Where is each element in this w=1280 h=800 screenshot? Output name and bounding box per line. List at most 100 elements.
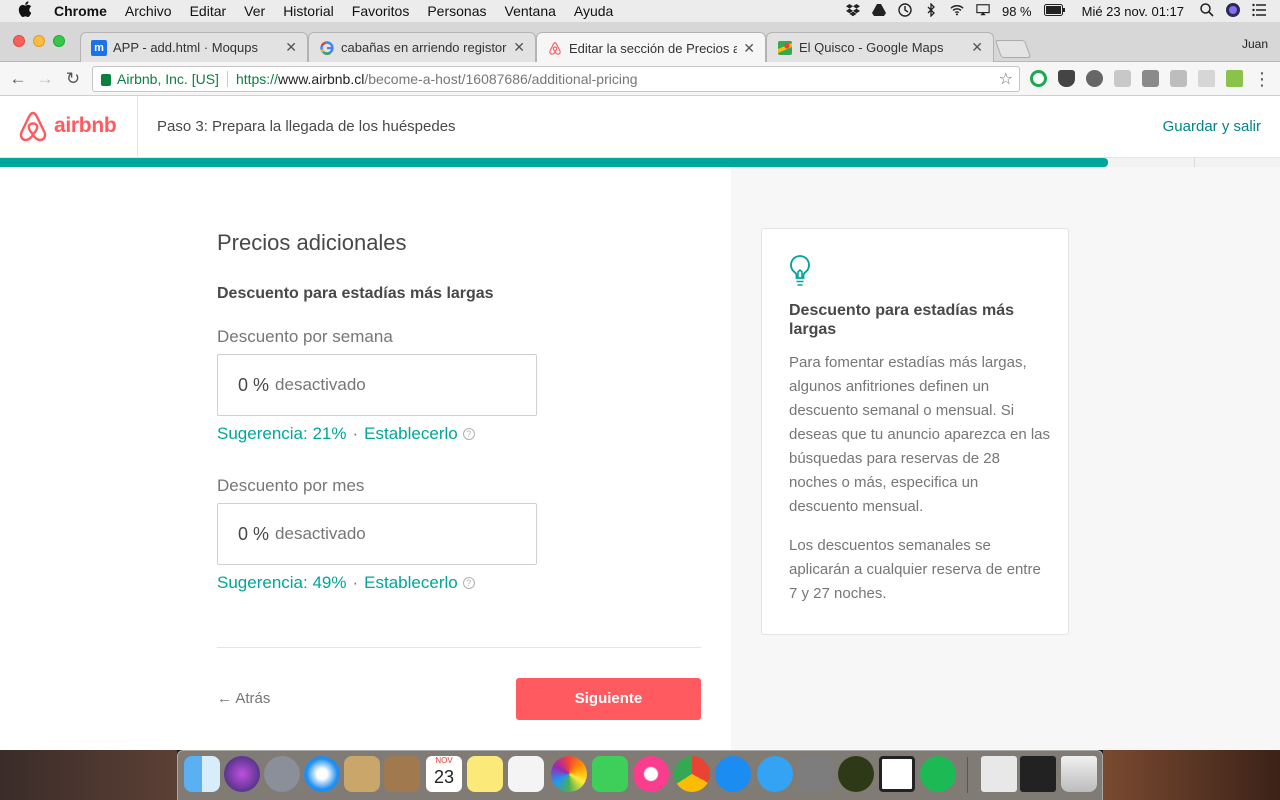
web-page: airbnb Paso 3: Prepara la llegada de los… <box>0 96 1280 750</box>
profile-name[interactable]: Juan <box>1242 37 1268 51</box>
desktop-wallpaper <box>1103 750 1280 800</box>
menu-archivo[interactable]: Archivo <box>125 3 172 19</box>
notification-center-icon[interactable] <box>1252 3 1266 20</box>
menu-personas[interactable]: Personas <box>427 3 486 19</box>
messages-icon[interactable] <box>757 756 793 792</box>
back-link[interactable]: ← Atrás <box>217 690 270 707</box>
minimize-window-button[interactable] <box>33 35 45 47</box>
downloads-folder-icon[interactable] <box>981 756 1017 792</box>
tip-title: Descuento para estadías más largas <box>789 302 1014 338</box>
contacts-icon[interactable] <box>384 756 420 792</box>
app-store-icon[interactable] <box>715 756 751 792</box>
photos-icon[interactable] <box>551 756 587 792</box>
menu-ver[interactable]: Ver <box>244 3 265 19</box>
launchpad-icon[interactable] <box>264 756 300 792</box>
weekly-set-link[interactable]: Establecerlo <box>364 424 458 444</box>
menu-app-name[interactable]: Chrome <box>54 3 107 19</box>
terminal-icon[interactable] <box>1020 756 1056 792</box>
chrome-dock-icon[interactable] <box>674 756 710 792</box>
extension-angular-dark-icon[interactable] <box>1142 70 1159 87</box>
mail-icon[interactable] <box>344 756 380 792</box>
zoom-window-button[interactable] <box>53 35 65 47</box>
extension-cloud-icon[interactable] <box>1086 70 1103 87</box>
safari-icon[interactable] <box>304 756 340 792</box>
close-tab-icon[interactable]: ✕ <box>513 39 525 56</box>
page-title: Precios adicionales <box>217 230 407 255</box>
save-and-exit-link[interactable]: Guardar y salir <box>1163 118 1261 135</box>
extension-u-icon[interactable] <box>1170 70 1187 87</box>
calendar-icon[interactable]: NOV 23 <box>426 756 462 792</box>
weekly-discount-input[interactable]: 0 % desactivado <box>217 354 537 416</box>
menu-historial[interactable]: Historial <box>283 3 334 19</box>
macos-menu-bar: Chrome Archivo Editar Ver Historial Favo… <box>0 0 1280 22</box>
siri-dock-icon[interactable] <box>224 756 260 792</box>
monthly-discount-input[interactable]: 0 % desactivado <box>217 503 537 565</box>
tab-title: cabañas en arriendo registor - <box>341 40 508 55</box>
menu-favoritos[interactable]: Favoritos <box>352 3 410 19</box>
percent-unit: % <box>253 523 270 544</box>
wifi-icon[interactable] <box>950 3 964 20</box>
tip-paragraph-1: Para fomentar estadías más largas, algun… <box>789 354 1051 515</box>
spotify-icon[interactable] <box>920 756 956 792</box>
extension-angular-icon[interactable] <box>1114 70 1131 87</box>
bluetooth-icon[interactable] <box>924 2 938 20</box>
airbnb-belo-icon <box>19 111 47 142</box>
next-button[interactable]: Siguiente <box>516 678 701 720</box>
tab-google-maps[interactable]: El Quisco - Google Maps ✕ <box>766 32 994 62</box>
battery-icon[interactable] <box>1043 3 1066 19</box>
monthly-suggestion-text: Sugerencia: 49% <box>217 573 347 592</box>
chrome-menu-icon[interactable]: ⋮ <box>1250 67 1274 91</box>
finder-icon[interactable] <box>184 756 220 792</box>
extension-grammarly-icon[interactable] <box>1030 70 1047 87</box>
tab-moqups[interactable]: m APP - add.html · Moqups ✕ <box>80 32 308 62</box>
battery-percent[interactable]: 98 % <box>1002 4 1032 19</box>
dock-separator <box>967 757 968 793</box>
extension-crown-icon[interactable] <box>1226 70 1243 87</box>
omnibox-separator <box>226 71 228 87</box>
facetime-icon[interactable] <box>592 756 628 792</box>
qgis-icon[interactable] <box>838 756 874 792</box>
bookmark-star-icon[interactable]: ☆ <box>999 69 1013 89</box>
airbnb-logo[interactable]: airbnb <box>18 110 117 142</box>
menu-editar[interactable]: Editar <box>190 3 227 19</box>
tab-title: Editar la sección de Precios ad <box>569 40 738 56</box>
system-preferences-icon[interactable] <box>797 756 833 792</box>
close-tab-icon[interactable]: ✕ <box>743 40 755 57</box>
apple-menu-icon[interactable] <box>18 0 40 22</box>
time-machine-icon[interactable] <box>898 2 912 20</box>
tab-airbnb-active[interactable]: Editar la sección de Precios ad ✕ <box>536 32 766 63</box>
percent-unit: % <box>253 374 270 395</box>
forward-arrow-icon[interactable]: → <box>33 67 57 91</box>
trash-icon[interactable] <box>1061 756 1097 792</box>
notes-icon[interactable] <box>467 756 503 792</box>
desktop-wallpaper <box>0 750 177 800</box>
menu-ventana[interactable]: Ventana <box>505 3 556 19</box>
close-tab-icon[interactable]: ✕ <box>971 39 983 56</box>
spotlight-icon[interactable] <box>1200 2 1214 20</box>
reminders-icon[interactable] <box>508 756 544 792</box>
dropbox-icon[interactable] <box>845 3 860 20</box>
new-tab-button[interactable] <box>994 40 1032 58</box>
menu-ayuda[interactable]: Ayuda <box>574 3 613 19</box>
back-arrow-icon[interactable]: ← <box>6 67 30 91</box>
tab-google-search[interactable]: cabañas en arriendo registor - ✕ <box>308 32 536 62</box>
extension-drive-icon[interactable] <box>1198 70 1215 87</box>
help-icon[interactable]: ? <box>462 428 475 440</box>
monthly-set-link[interactable]: Establecerlo <box>364 573 458 593</box>
url-path: /become-a-host/16087686/additional-prici… <box>364 71 638 87</box>
airplay-icon[interactable] <box>976 3 990 20</box>
close-tab-icon[interactable]: ✕ <box>285 39 297 56</box>
help-icon[interactable]: ? <box>462 577 475 589</box>
close-window-button[interactable] <box>13 35 25 47</box>
clock[interactable]: Mié 23 nov. 01:17 <box>1082 4 1184 19</box>
siri-icon[interactable] <box>1226 2 1240 20</box>
itunes-icon[interactable] <box>633 756 669 792</box>
monthly-discount-label: Descuento por mes <box>217 476 365 495</box>
lock-icon <box>101 74 111 86</box>
framed-app-icon[interactable] <box>879 756 915 792</box>
extension-pocket-icon[interactable] <box>1058 70 1075 87</box>
reload-icon[interactable]: ↻ <box>61 67 85 91</box>
separator-dot: · <box>352 573 359 592</box>
drive-icon[interactable] <box>871 3 886 20</box>
address-bar[interactable]: Airbnb, Inc. [US] https:// www.airbnb.cl… <box>92 66 1020 92</box>
